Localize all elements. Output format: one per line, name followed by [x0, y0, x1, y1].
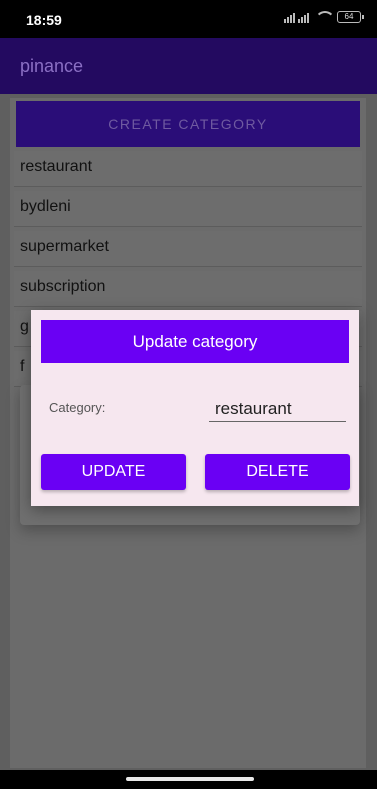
category-item[interactable]: bydleni [14, 191, 362, 227]
category-input[interactable] [209, 396, 346, 422]
status-icons: 64 [284, 11, 364, 23]
status-bar: 18:59 64 [0, 0, 377, 38]
app-title: pinance [20, 56, 84, 76]
signal-icon [284, 11, 309, 23]
system-nav-bar [0, 770, 377, 789]
delete-button[interactable]: DELETE [205, 454, 350, 490]
status-time: 18:59 [26, 12, 62, 28]
update-button[interactable]: UPDATE [41, 454, 186, 490]
category-item[interactable]: restaurant [14, 151, 362, 187]
create-category-button[interactable]: CREATE CATEGORY [16, 101, 360, 147]
category-item[interactable]: subscription [14, 271, 362, 307]
battery-icon: 64 [337, 11, 364, 23]
update-category-dialog: Update category Category: UPDATE DELETE [31, 310, 359, 506]
category-item[interactable]: supermarket [14, 231, 362, 267]
wifi-icon [315, 11, 335, 23]
app-bar: pinance [0, 38, 377, 94]
home-indicator[interactable] [126, 777, 254, 781]
category-field-label: Category: [49, 400, 106, 415]
dialog-title: Update category [41, 320, 349, 363]
